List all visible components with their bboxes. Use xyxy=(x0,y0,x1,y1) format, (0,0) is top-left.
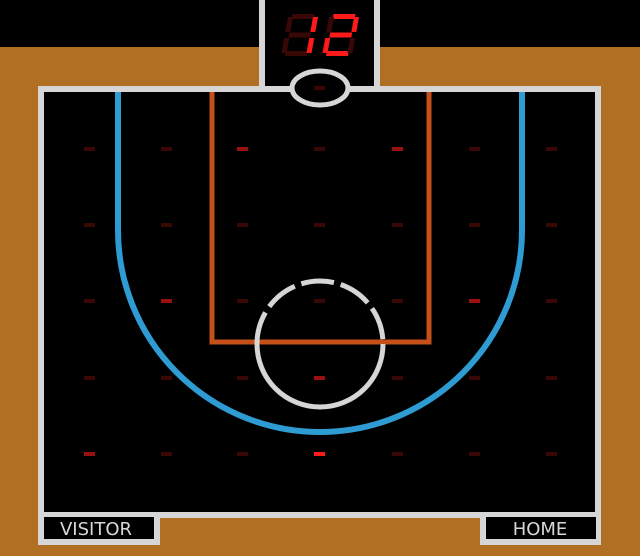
led-r1-c5 xyxy=(392,147,403,151)
visitor-label: VISITOR xyxy=(60,519,132,540)
led-r4-c7 xyxy=(546,376,557,380)
hoop-led xyxy=(314,86,325,90)
home-score-box: HOME xyxy=(480,512,601,545)
visitor-score-box: VISITOR xyxy=(38,512,160,545)
score-digit-1-segment-g xyxy=(288,32,312,38)
game-board: VISITOR HOME xyxy=(0,0,640,556)
led-r5-c1 xyxy=(84,452,95,456)
score-digit-2-segment-a xyxy=(332,14,356,19)
led-r3-c3 xyxy=(237,299,248,303)
led-r3-c7 xyxy=(546,299,557,303)
led-r1-c3 xyxy=(237,147,248,151)
led-r4-c3 xyxy=(237,376,248,380)
led-r3-c1 xyxy=(84,299,95,303)
led-r3-c4 xyxy=(314,299,325,303)
handheld-basketball-game: VISITOR HOME xyxy=(0,0,640,556)
led-r1-c1 xyxy=(84,147,95,151)
led-r2-c6 xyxy=(469,223,480,227)
led-r3-c2 xyxy=(161,299,172,303)
led-r3-c5 xyxy=(392,299,403,303)
led-r1-c2 xyxy=(161,147,172,151)
score-digit-1-segment-a xyxy=(291,14,315,19)
led-r2-c4 xyxy=(314,223,325,227)
score-digit-2-segment-g xyxy=(329,32,353,38)
led-r4-c5 xyxy=(392,376,403,380)
led-r1-c6 xyxy=(469,147,480,151)
led-r2-c2 xyxy=(161,223,172,227)
led-r5-c4 xyxy=(314,452,325,456)
score-digit-1-segment-d xyxy=(285,51,308,56)
led-r5-c5 xyxy=(392,452,403,456)
led-r5-c2 xyxy=(161,452,172,456)
led-r3-c6 xyxy=(469,299,480,303)
led-r1-c4 xyxy=(314,147,325,151)
led-r2-c5 xyxy=(392,223,403,227)
led-r2-c3 xyxy=(237,223,248,227)
score-digit-2-segment-d xyxy=(326,51,349,56)
led-r1-c7 xyxy=(546,147,557,151)
led-r5-c6 xyxy=(469,452,480,456)
led-r4-c4 xyxy=(314,376,325,380)
led-r4-c2 xyxy=(161,376,172,380)
led-r2-c1 xyxy=(84,223,95,227)
led-r4-c6 xyxy=(469,376,480,380)
home-label: HOME xyxy=(513,519,568,540)
led-r5-c7 xyxy=(546,452,557,456)
led-r2-c7 xyxy=(546,223,557,227)
led-r4-c1 xyxy=(84,376,95,380)
led-r5-c3 xyxy=(237,452,248,456)
